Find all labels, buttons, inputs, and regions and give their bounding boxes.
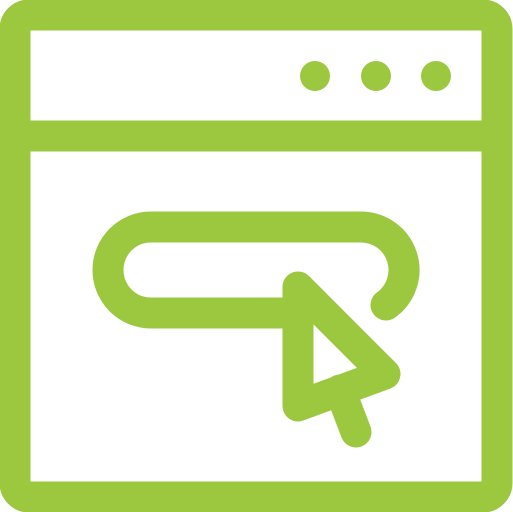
browser-click-icon [0,0,513,512]
button-pill-icon [92,211,420,329]
dot-icon [300,61,330,91]
browser-window-icon [0,0,513,512]
window-frame [0,0,513,512]
window-dots-icon [300,61,451,91]
cursor-tail [324,374,372,448]
dot-icon [421,61,451,91]
dot-icon [361,61,391,91]
browser-click-svg [0,0,513,512]
button-outline [92,211,420,329]
